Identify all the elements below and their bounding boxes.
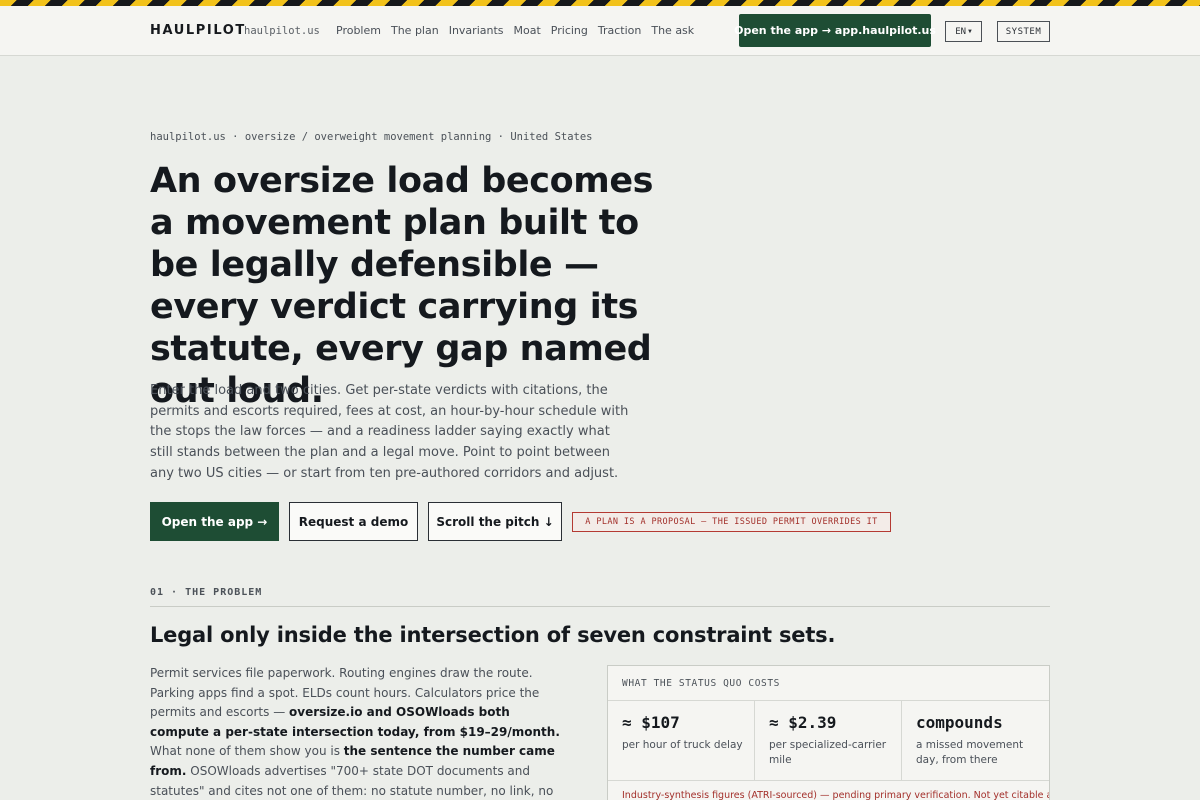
main-nav: Problem The plan Invariants Moat Pricing… bbox=[336, 24, 704, 37]
status-quo-cost-card: WHAT THE STATUS QUO COSTS ≈ $107 per hou… bbox=[607, 665, 1050, 800]
hero-eyebrow: haulpilot.us · oversize / overweight mov… bbox=[150, 131, 593, 143]
language-select[interactable]: EN ▼ bbox=[945, 21, 982, 42]
cost-metric: ≈ $107 per hour of truck delay bbox=[608, 701, 755, 780]
nav-link-traction[interactable]: Traction bbox=[598, 24, 641, 37]
section-title: Legal only inside the intersection of se… bbox=[150, 623, 836, 647]
section-label: 01 · THE PROBLEM bbox=[150, 587, 263, 598]
plan-disclaimer-badge: A PLAN IS A PROPOSAL — THE ISSUED PERMIT… bbox=[572, 512, 891, 532]
cost-metric: compounds a missed movement day, from th… bbox=[902, 701, 1049, 780]
top-bar: HAULPILOT haulpilot.us Problem The plan … bbox=[0, 6, 1200, 56]
cost-metric-value: ≈ $107 bbox=[622, 713, 680, 732]
nav-link-the-ask[interactable]: The ask bbox=[651, 24, 694, 37]
brand-logo[interactable]: HAULPILOT bbox=[150, 23, 246, 38]
scroll-pitch-button[interactable]: Scroll the pitch ↓ bbox=[428, 502, 562, 541]
nav-link-problem[interactable]: Problem bbox=[336, 24, 381, 37]
brand-domain: haulpilot.us bbox=[244, 25, 320, 37]
cost-metric-desc: per hour of truck delay bbox=[622, 739, 743, 751]
cost-metric-value: ≈ $2.39 bbox=[769, 713, 837, 732]
nav-link-moat[interactable]: Moat bbox=[514, 24, 541, 37]
nav-link-invariants[interactable]: Invariants bbox=[449, 24, 504, 37]
language-label: EN bbox=[955, 26, 967, 37]
cost-metric: ≈ $2.39 per specialized-carrier mile bbox=[755, 701, 902, 780]
problem-text-end: OSOWloads advertises "700+ state DOT doc… bbox=[150, 763, 554, 798]
request-demo-button[interactable]: Request a demo bbox=[289, 502, 418, 541]
cost-metric-value: compounds bbox=[916, 713, 1003, 732]
chevron-down-icon: ▼ bbox=[968, 28, 972, 35]
problem-paragraph: Permit services file paperwork. Routing … bbox=[150, 664, 560, 800]
cost-card-footnote: Industry-synthesis figures (ATRI-sourced… bbox=[622, 790, 1049, 800]
theme-toggle[interactable]: SYSTEM bbox=[997, 21, 1050, 42]
cost-metrics: ≈ $107 per hour of truck delay ≈ $2.39 p… bbox=[608, 701, 1049, 781]
problem-text-middle: What none of them show you is bbox=[150, 744, 344, 759]
cost-metric-desc: per specialized-carrier mile bbox=[769, 739, 887, 766]
hero-title: An oversize load becomes a movement plan… bbox=[150, 161, 654, 411]
cost-card-heading: WHAT THE STATUS QUO COSTS bbox=[608, 666, 1049, 701]
open-app-header-button[interactable]: Open the app → app.haulpilot.us bbox=[734, 14, 936, 47]
section-divider bbox=[150, 606, 1050, 607]
nav-link-pricing[interactable]: Pricing bbox=[551, 24, 588, 37]
cost-metric-desc: a missed movement day, from there bbox=[916, 739, 1024, 766]
nav-link-the-plan[interactable]: The plan bbox=[391, 24, 439, 37]
open-app-button[interactable]: Open the app → bbox=[150, 502, 279, 541]
hero-subtitle: Enter the load and two cities. Get per-s… bbox=[150, 383, 629, 481]
